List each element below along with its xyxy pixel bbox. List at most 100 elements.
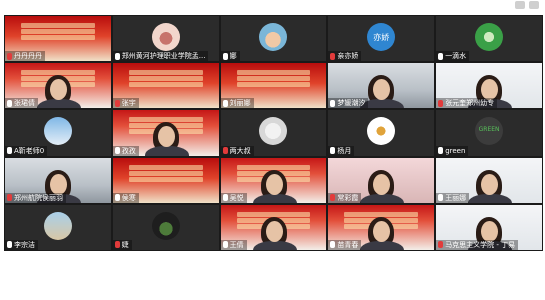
- participant-name: 马克思主义学院 - 丁易: [445, 240, 516, 249]
- participant-tile[interactable]: 婕: [111, 203, 220, 251]
- slide-line: [236, 82, 311, 88]
- participant-name-bar: 张元奎郑州幼专: [436, 98, 498, 109]
- participant-body: [37, 99, 81, 109]
- participant-name-bar: 侯寒: [112, 192, 139, 203]
- participant-name: green: [445, 146, 466, 155]
- microphone-icon: [222, 194, 228, 202]
- slide-line: [236, 76, 311, 82]
- avatar: [259, 117, 288, 146]
- participant-tile[interactable]: GREEN green: [435, 109, 543, 157]
- avatar: [43, 117, 72, 146]
- avatar: GREEN: [475, 117, 504, 146]
- participant-tile[interactable]: 一滴水: [435, 15, 543, 63]
- participant-face: [481, 220, 499, 242]
- participant-name-bar: 王丽娜: [436, 192, 470, 203]
- participant-name-bar: 张宇: [112, 98, 139, 109]
- microphone-icon: [114, 194, 120, 202]
- shared-slide: [121, 164, 211, 183]
- participant-name: 侯寒: [121, 193, 136, 202]
- participant-name: 郑州黄河护理职业学院孟...: [121, 52, 206, 61]
- microphone-icon: [222, 241, 228, 249]
- participant-tile[interactable]: 常彩霞: [327, 156, 436, 204]
- microphone-icon: [7, 147, 12, 155]
- slide-line: [344, 211, 419, 217]
- slide-line: [236, 164, 311, 170]
- participant-name-bar: 杨月: [328, 145, 355, 156]
- participant-tile[interactable]: 张宇: [111, 62, 220, 110]
- participant-tile[interactable]: 孜孜: [111, 109, 220, 157]
- participant-name-bar: 常彩霞: [328, 192, 362, 203]
- participant-tile[interactable]: 亦娇 亲亦娇: [327, 15, 436, 63]
- participant-name: 杨月: [337, 146, 352, 155]
- participant-name: 婕: [121, 240, 129, 249]
- participant-tile[interactable]: 娜: [219, 15, 328, 63]
- microphone-icon: [438, 147, 444, 155]
- slide-line: [21, 23, 95, 28]
- participant-tile[interactable]: 苗青春: [327, 203, 436, 251]
- participant-name-bar: A靳老师0: [5, 145, 48, 156]
- participant-name-bar: 李宗洁: [5, 239, 38, 250]
- participant-name-bar: 两大叔: [220, 145, 254, 156]
- microphone-icon: [438, 241, 444, 249]
- participant-face: [481, 173, 499, 195]
- microphone-icon: [438, 194, 444, 202]
- avatar: 亦娇: [367, 23, 396, 51]
- shared-slide: [121, 69, 211, 88]
- participant-body: [144, 146, 189, 156]
- microphone-icon: [330, 241, 336, 249]
- participant-name-bar: 吴悦: [220, 192, 247, 203]
- participant-tile[interactable]: A靳老师0: [4, 109, 112, 157]
- participant-tile[interactable]: 王丽娜: [435, 156, 543, 204]
- participant-name-bar: 张珺倩: [5, 98, 38, 109]
- avatar: [151, 23, 180, 51]
- participant-name-bar: 刘丽娜: [220, 98, 254, 109]
- participant-face: [50, 173, 67, 195]
- participant-name: 王倩: [229, 240, 244, 249]
- slide-line: [128, 76, 203, 82]
- layout-icon[interactable]: [515, 1, 525, 9]
- avatar: [43, 211, 72, 240]
- participant-name: 一滴水: [445, 52, 467, 61]
- microphone-icon: [222, 52, 228, 60]
- fullscreen-icon[interactable]: [529, 1, 539, 9]
- participant-tile[interactable]: 梦媛潮汐: [327, 62, 436, 110]
- participant-name: 郑州航院侯丽羽: [14, 193, 63, 202]
- participant-name-bar: 娜: [220, 51, 240, 62]
- avatar: [259, 23, 288, 51]
- participant-tile[interactable]: 刘丽娜: [219, 62, 328, 110]
- participant-name: 梦媛潮汐: [337, 99, 366, 108]
- participant-name-bar: 亲亦娇: [328, 51, 362, 62]
- participant-tile[interactable]: 王倩: [219, 203, 328, 251]
- avatar: [151, 211, 180, 240]
- participant-tile[interactable]: 郑州航院侯丽羽: [4, 156, 112, 204]
- participant-tile[interactable]: 李宗洁: [4, 203, 112, 251]
- participant-tile[interactable]: 吴悦: [219, 156, 328, 204]
- participant-name-bar: 郑州黄河护理职业学院孟...: [112, 51, 209, 62]
- participant-tile[interactable]: 马克思主义学院 - 丁易: [435, 203, 543, 251]
- participant-tile[interactable]: 张珺倩: [4, 62, 112, 110]
- participant-body: [252, 240, 297, 250]
- window-controls: [515, 1, 539, 9]
- microphone-icon: [222, 99, 228, 107]
- participant-name-bar: green: [436, 145, 469, 156]
- participant-tile[interactable]: 杨月: [327, 109, 436, 157]
- microphone-icon: [114, 52, 120, 60]
- participant-name-bar: 王倩: [220, 239, 247, 250]
- slide-line: [21, 35, 95, 40]
- participant-tile[interactable]: 郑州黄河护理职业学院孟...: [111, 15, 220, 63]
- participant-name-bar: 一滴水: [436, 51, 470, 62]
- slide-line: [236, 70, 311, 76]
- microphone-icon: [330, 99, 336, 107]
- participant-face: [157, 126, 175, 148]
- participant-name: 张宇: [121, 99, 136, 108]
- slide-line: [128, 176, 203, 182]
- participant-name: 孜孜: [121, 146, 136, 155]
- participant-tile[interactable]: 两大叔: [219, 109, 328, 157]
- participant-tile[interactable]: 张元奎郑州幼专: [435, 62, 543, 110]
- participant-name-bar: 郑州航院侯丽羽: [5, 192, 66, 203]
- participant-name-bar: 丹丹丹丹: [5, 51, 45, 62]
- microphone-icon: [222, 147, 228, 155]
- video-grid: 丹丹丹丹 郑州黄河护理职业学院孟... 娜亦娇 亲亦娇 一滴水 张珺倩 张宇 刘丽娜 梦媛潮汐张…: [4, 15, 543, 298]
- participant-tile[interactable]: 侯寒: [111, 156, 220, 204]
- participant-tile[interactable]: 丹丹丹丹: [4, 15, 112, 63]
